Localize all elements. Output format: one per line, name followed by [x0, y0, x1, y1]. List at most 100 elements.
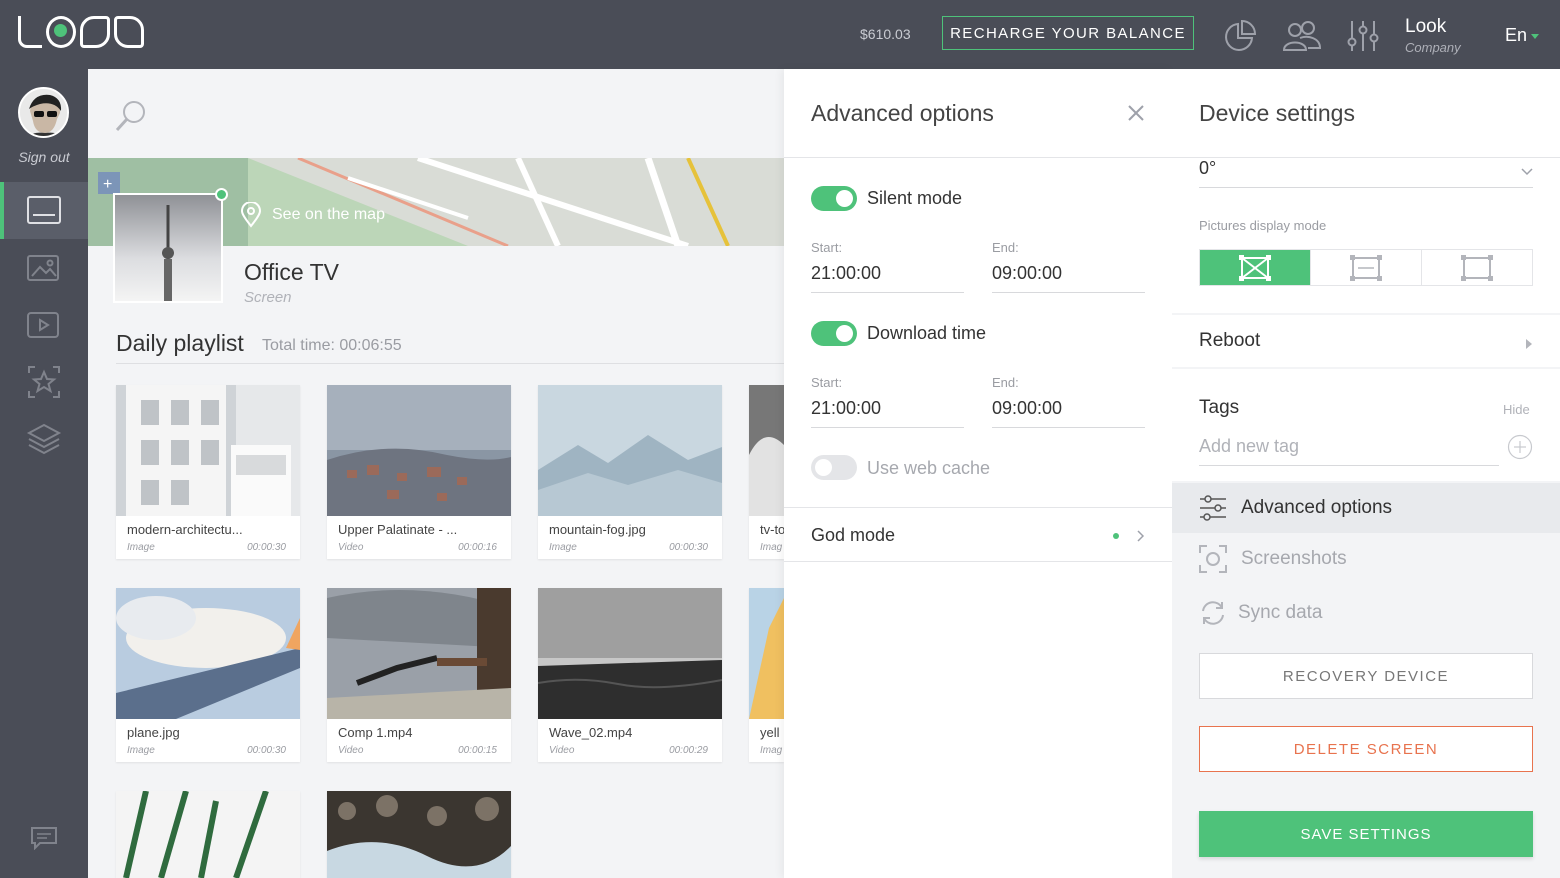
card-duration: 00:00:30 [669, 542, 708, 553]
mode-crop-button[interactable] [1422, 250, 1532, 285]
language-selector[interactable]: En [1505, 25, 1540, 46]
top-bar: $610.03 RECHARGE YOUR BALANCE Look Compa… [0, 0, 1560, 69]
device-thumbnail[interactable] [113, 193, 223, 303]
playlist-card[interactable]: mountain-fog.jpg Image 00:00:30 [538, 385, 722, 559]
tags-hide-link[interactable]: Hide [1503, 402, 1530, 417]
card-thumbnail [116, 385, 300, 516]
card-type: Video [549, 745, 575, 756]
playlist-card[interactable]: Upper Palatinate - ... Video 00:00:16 [327, 385, 511, 559]
advanced-options-panel: Advanced options Silent mode Start: 21:0… [784, 69, 1172, 878]
menu-sync-data[interactable]: Sync data [1238, 602, 1323, 624]
silent-mode-label: Silent mode [867, 188, 963, 208]
tags-label: Tags [1199, 397, 1240, 418]
silent-start-time[interactable]: 21:00:00 [811, 263, 881, 284]
playlist-card[interactable]: plane.jpg Image 00:00:30 [116, 588, 300, 762]
card-type: Image [549, 542, 577, 553]
playlist-card[interactable]: Wave_02.mp4 Video 00:00:29 [538, 588, 722, 762]
playlist-card[interactable]: Comp 1.mp4 Video 00:00:15 [327, 588, 511, 762]
screen-icon [27, 195, 61, 224]
images-icon [27, 254, 59, 281]
playlist-card[interactable] [116, 791, 300, 878]
search-bar[interactable] [88, 69, 788, 158]
user-company: Company [1405, 40, 1461, 55]
recharge-balance-button[interactable]: RECHARGE YOUR BALANCE [942, 16, 1194, 50]
playlist-total-time: Total time: 00:06:55 [262, 337, 402, 354]
silent-end-label: End: [992, 240, 1019, 255]
online-status-dot [215, 188, 228, 201]
card-duration: 00:00:16 [458, 542, 497, 553]
reboot-label[interactable]: Reboot [1199, 330, 1260, 352]
card-type: Imag [760, 745, 783, 756]
card-name: Wave_02.mp4 [549, 725, 633, 740]
web-cache-toggle[interactable] [811, 455, 857, 480]
nav-playlists[interactable] [0, 296, 88, 353]
avatar[interactable] [18, 87, 69, 138]
delete-screen-button[interactable]: DELETE SCREEN [1199, 726, 1533, 772]
user-name: Look [1405, 16, 1447, 37]
screenshot-icon [1199, 545, 1227, 578]
menu-advanced-label: Advanced options [1241, 497, 1393, 518]
input-underline [992, 292, 1145, 293]
download-time-label: Download time [867, 323, 987, 343]
card-thumbnail [116, 588, 300, 719]
mode-stretch-button[interactable] [1200, 250, 1311, 285]
settings-sliders-icon[interactable] [1345, 18, 1381, 54]
nav-screens[interactable] [0, 182, 88, 239]
stretch-icon [1239, 254, 1271, 281]
playlist-title: Daily playlist [116, 330, 244, 356]
see-on-map-link[interactable]: See on the map [240, 202, 385, 228]
playlist-icon [27, 311, 59, 338]
fit-icon [1350, 254, 1382, 281]
playlist-card[interactable]: tv-to Imag [749, 385, 784, 559]
layers-icon [26, 423, 62, 454]
silent-mode-toggle[interactable] [811, 186, 857, 211]
users-icon[interactable] [1282, 18, 1322, 54]
card-name: mountain-fog.jpg [549, 522, 646, 537]
see-on-map-label: See on the map [272, 206, 385, 223]
chat-icon[interactable] [30, 826, 58, 855]
card-thumbnail [538, 588, 722, 719]
download-end-time[interactable]: 09:00:00 [992, 398, 1062, 419]
sync-icon [1199, 599, 1227, 632]
balance-amount: $610.03 [860, 26, 911, 42]
playlist-card[interactable]: modern-architectu... Image 00:00:30 [116, 385, 300, 559]
save-settings-button[interactable]: SAVE SETTINGS [1199, 811, 1533, 857]
close-icon[interactable] [1127, 104, 1145, 127]
add-tag-input[interactable]: Add new tag [1199, 436, 1299, 457]
menu-screenshots[interactable]: Screenshots [1241, 548, 1347, 570]
card-type: Video [338, 745, 364, 756]
statistics-icon[interactable] [1222, 18, 1258, 54]
svg-text:+: + [103, 176, 112, 193]
god-mode-label[interactable]: God mode [811, 525, 895, 546]
nav-layers[interactable] [0, 410, 88, 467]
mode-fit-button[interactable] [1311, 250, 1422, 285]
status-dot [1113, 533, 1119, 539]
chevron-right-icon[interactable] [1526, 336, 1532, 354]
rotation-select[interactable]: 0° [1199, 158, 1216, 179]
pictures-mode-group [1199, 249, 1533, 286]
chevron-right-icon[interactable] [1137, 529, 1145, 547]
download-start-time[interactable]: 21:00:00 [811, 398, 881, 419]
recovery-device-button[interactable]: RECOVERY DEVICE [1199, 653, 1533, 699]
app-logo[interactable] [18, 16, 144, 48]
add-tag-icon[interactable] [1507, 434, 1533, 465]
sidebar: Sign out [0, 69, 88, 878]
sign-out-link[interactable]: Sign out [0, 149, 88, 165]
divider [116, 363, 788, 364]
search-icon[interactable] [114, 99, 148, 138]
chevron-down-icon[interactable] [1521, 163, 1533, 181]
playlist-card[interactable]: yell Imag [749, 588, 784, 762]
silent-end-time[interactable]: 09:00:00 [992, 263, 1062, 284]
card-thumbnail [116, 791, 300, 878]
card-type: Image [127, 542, 155, 553]
language-label: En [1505, 25, 1528, 45]
playlist-card[interactable] [327, 791, 511, 878]
card-name: tv-to [760, 522, 784, 537]
download-time-toggle[interactable] [811, 321, 857, 346]
nav-favorites[interactable] [0, 353, 88, 410]
map-pin-icon [240, 202, 262, 228]
card-thumbnail [327, 385, 511, 516]
download-end-label: End: [992, 375, 1019, 390]
user-menu[interactable]: Look Company [1405, 16, 1461, 55]
nav-images[interactable] [0, 239, 88, 296]
